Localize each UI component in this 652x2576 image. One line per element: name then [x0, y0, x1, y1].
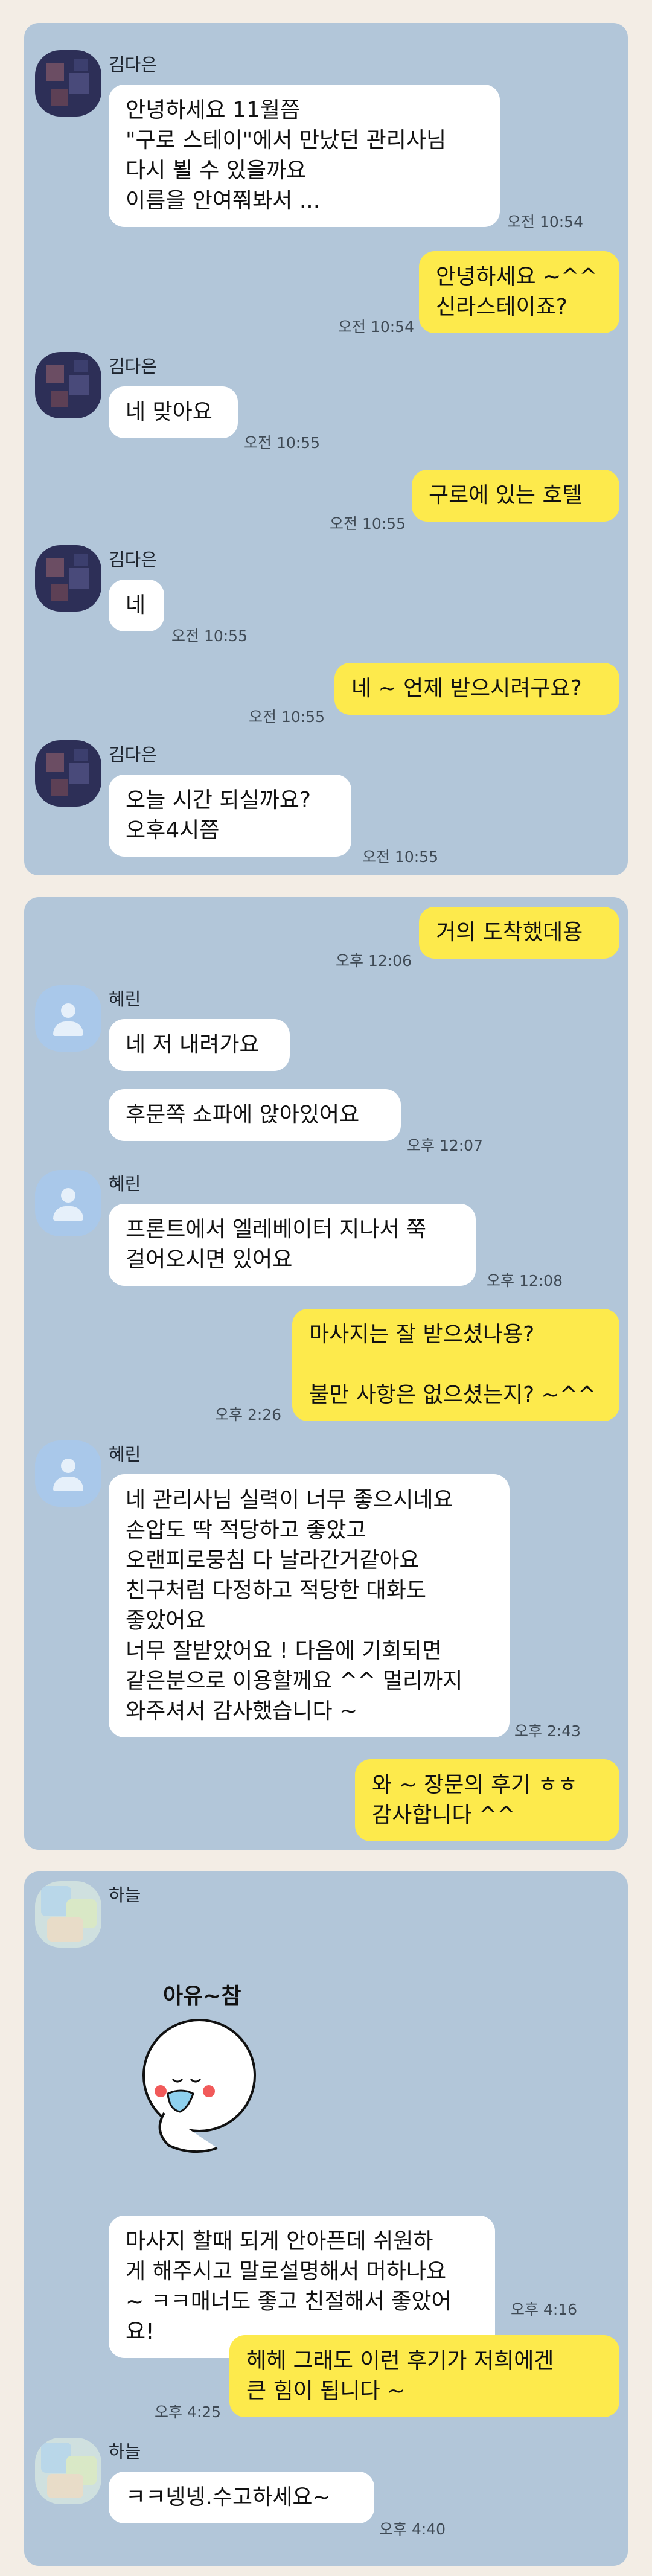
chat-panel-2: 거의 도착했데용 오후 12:06 혜린 네 저 내려가요 후문쪽 쇼파에 앉아…: [24, 897, 628, 1850]
message-time: 오후 2:43: [514, 1722, 581, 1740]
message-bubble[interactable]: 네 관리사님 실력이 너무 좋으시네요 손압도 딱 적당하고 좋았고 오랜피로뭉…: [109, 1474, 510, 1737]
message-time: 오후 4:40: [379, 2520, 446, 2538]
message-time: 오전 10:55: [244, 434, 320, 452]
message-bubble[interactable]: 오늘 시간 되실까요? 오후4시쯤: [109, 775, 351, 857]
sender-name: 하늘: [109, 1885, 141, 1905]
message-bubble[interactable]: 안녕하세요 11월쯤 "구로 스테이"에서 만났던 관리사님 다시 뵐 수 있을…: [109, 85, 500, 227]
message-time: 오후 4:25: [155, 2403, 222, 2421]
message-time: 오전 10:55: [330, 515, 406, 532]
message-bubble[interactable]: 후문쪽 쇼파에 앉아있어요: [109, 1089, 401, 1141]
message-bubble[interactable]: 네 ~ 언제 받으시려구요?: [334, 663, 619, 715]
sender-name: 김다은: [109, 356, 158, 377]
message-bubble[interactable]: 마사지는 잘 받으셨나용? 불만 사항은 없으셨는지? ~^^: [292, 1309, 619, 1421]
message-bubble[interactable]: 네: [109, 580, 164, 631]
message-time: 오전 10:55: [171, 627, 248, 645]
sticker-blush-left: [155, 2085, 167, 2097]
sticker-face: [142, 2019, 256, 2132]
message-time: 오후 2:26: [215, 1406, 282, 1424]
message-time: 오후 12:06: [336, 952, 412, 970]
sticker-text: 아유~참: [163, 1984, 241, 2009]
message-bubble[interactable]: 네 맞아요: [109, 386, 238, 438]
message-time: 오후 12:07: [407, 1137, 483, 1154]
avatar-hyerin-2[interactable]: [35, 1170, 101, 1236]
avatar-kimdaeun-1[interactable]: [35, 50, 101, 117]
message-time: 오전 10:54: [338, 318, 414, 336]
message-time: 오후 12:08: [487, 1272, 563, 1290]
sticker-image[interactable]: 아유~참: [127, 1973, 284, 2172]
avatar-kimdaeun-3[interactable]: [35, 545, 101, 612]
sender-name: 혜린: [109, 1174, 141, 1194]
message-bubble[interactable]: ㅋㅋ넹넹.수고하세요~: [109, 2472, 374, 2523]
chat-panel-3: 하늘 마사지 할때 되게 안아픈데 쉬원하 게 해주시고 말로설명해서 머하나요…: [24, 1871, 628, 2566]
avatar-kimdaeun-4[interactable]: [35, 740, 101, 807]
message-bubble[interactable]: 네 저 내려가요: [109, 1019, 290, 1071]
message-bubble[interactable]: 프론트에서 엘레베이터 지나서 쭉 걸어오시면 있어요: [109, 1204, 476, 1286]
sender-name: 하늘: [109, 2441, 141, 2462]
sender-name: 혜린: [109, 1444, 141, 1465]
message-bubble[interactable]: 거의 도착했데용: [419, 907, 619, 959]
message-bubble[interactable]: 와 ~ 장문의 후기 ㅎㅎ 감사합니다 ^^: [355, 1759, 619, 1841]
avatar-haneul-1[interactable]: [35, 1881, 101, 1948]
avatar-hyerin-3[interactable]: [35, 1440, 101, 1507]
avatar-hyerin-1[interactable]: [35, 985, 101, 1052]
sender-name: 혜린: [109, 989, 141, 1009]
message-bubble[interactable]: 헤헤 그래도 이런 후기가 저희에겐 큰 힘이 됩니다 ~: [229, 2335, 619, 2417]
sticker-blush-right: [203, 2085, 215, 2097]
message-bubble[interactable]: 구로에 있는 호텔: [412, 470, 619, 522]
message-time: 오전 10:55: [362, 848, 438, 866]
sender-name: 김다은: [109, 54, 158, 75]
sender-name: 김다은: [109, 744, 158, 765]
message-time: 오후 4:16: [511, 2301, 578, 2318]
message-bubble[interactable]: 안녕하세요 ~^^ 신라스테이죠?: [419, 251, 619, 333]
avatar-haneul-2[interactable]: [35, 2438, 101, 2504]
avatar-kimdaeun-2[interactable]: [35, 352, 101, 418]
message-time: 오전 10:54: [507, 213, 583, 231]
chat-panel-1: 김다은 안녕하세요 11월쯤 "구로 스테이"에서 만났던 관리사님 다시 뵐 …: [24, 23, 628, 875]
sender-name: 김다은: [109, 549, 158, 570]
message-time: 오전 10:55: [249, 708, 325, 726]
